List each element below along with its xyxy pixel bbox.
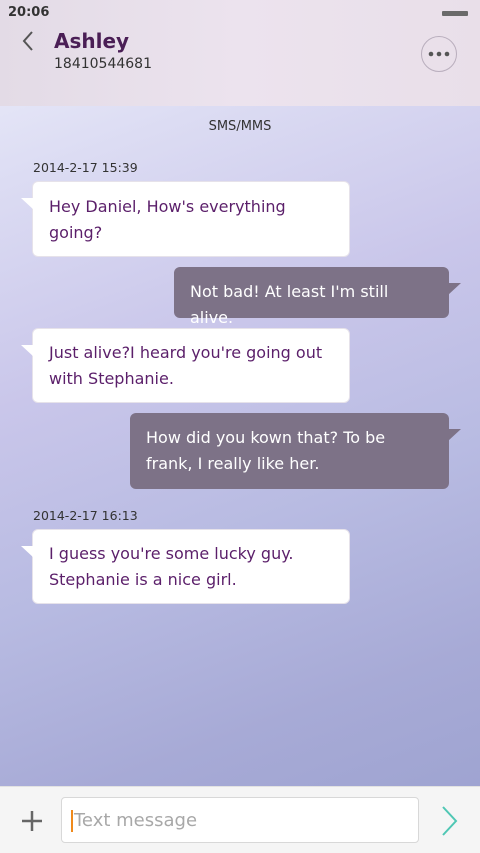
- bubble-tail: [448, 429, 461, 441]
- message-bubble-outgoing[interactable]: Not bad! At least I'm still alive.: [174, 267, 461, 327]
- battery-icon: [442, 11, 468, 16]
- text-caret: [71, 810, 73, 832]
- more-dots-icon: [428, 51, 450, 57]
- chevron-right-icon: [442, 806, 458, 836]
- message-text-line: with Stephanie.: [49, 369, 174, 388]
- message-input[interactable]: Text message: [61, 797, 419, 843]
- message-bubble-incoming[interactable]: I guess you're some lucky guy. Stephanie…: [21, 529, 350, 604]
- message-text-line: Not bad! At least I'm still alive.: [190, 282, 389, 327]
- message-text-line: How did you kown that? To be: [146, 428, 386, 447]
- message-timestamp: 2014-2-17 15:39: [33, 160, 138, 175]
- message-timestamp: 2014-2-17 16:13: [33, 508, 138, 523]
- message-bubble-outgoing[interactable]: How did you kown that? To be frank, I re…: [130, 413, 461, 489]
- bubble-tail: [21, 198, 34, 210]
- add-attachment-button[interactable]: [18, 807, 46, 835]
- chevron-left-icon: [22, 31, 33, 51]
- message-bubble-incoming[interactable]: Hey Daniel, How's everything going?: [21, 181, 350, 257]
- contact-name[interactable]: Ashley: [54, 29, 129, 53]
- message-input-placeholder: Text message: [74, 810, 198, 831]
- plus-icon: [22, 811, 42, 831]
- conversation-header: 20:06 Ashley 18410544681: [0, 0, 480, 106]
- status-bar: 20:06: [0, 0, 480, 26]
- message-text-line: frank, I really like her.: [146, 454, 320, 473]
- bubble-tail: [21, 345, 34, 357]
- channel-label: SMS/MMS: [208, 119, 272, 134]
- more-button[interactable]: [421, 36, 457, 72]
- message-text-line: Stephanie is a nice girl.: [49, 570, 237, 589]
- message-text-line: I guess you're some lucky guy.: [49, 544, 294, 563]
- back-button[interactable]: [14, 28, 44, 54]
- message-text-line: going?: [49, 223, 103, 242]
- message-text-line: Hey Daniel, How's everything: [49, 197, 286, 216]
- message-text-line: Just alive?I heard you're going out: [49, 343, 323, 362]
- composer-bar: Text message: [0, 786, 480, 853]
- bubble-tail: [21, 546, 34, 558]
- status-time: 20:06: [8, 5, 50, 20]
- contact-number: 18410544681: [54, 56, 152, 72]
- send-button[interactable]: [434, 803, 464, 839]
- message-bubble-incoming[interactable]: Just alive?I heard you're going out with…: [21, 328, 350, 403]
- bubble-tail: [448, 283, 461, 295]
